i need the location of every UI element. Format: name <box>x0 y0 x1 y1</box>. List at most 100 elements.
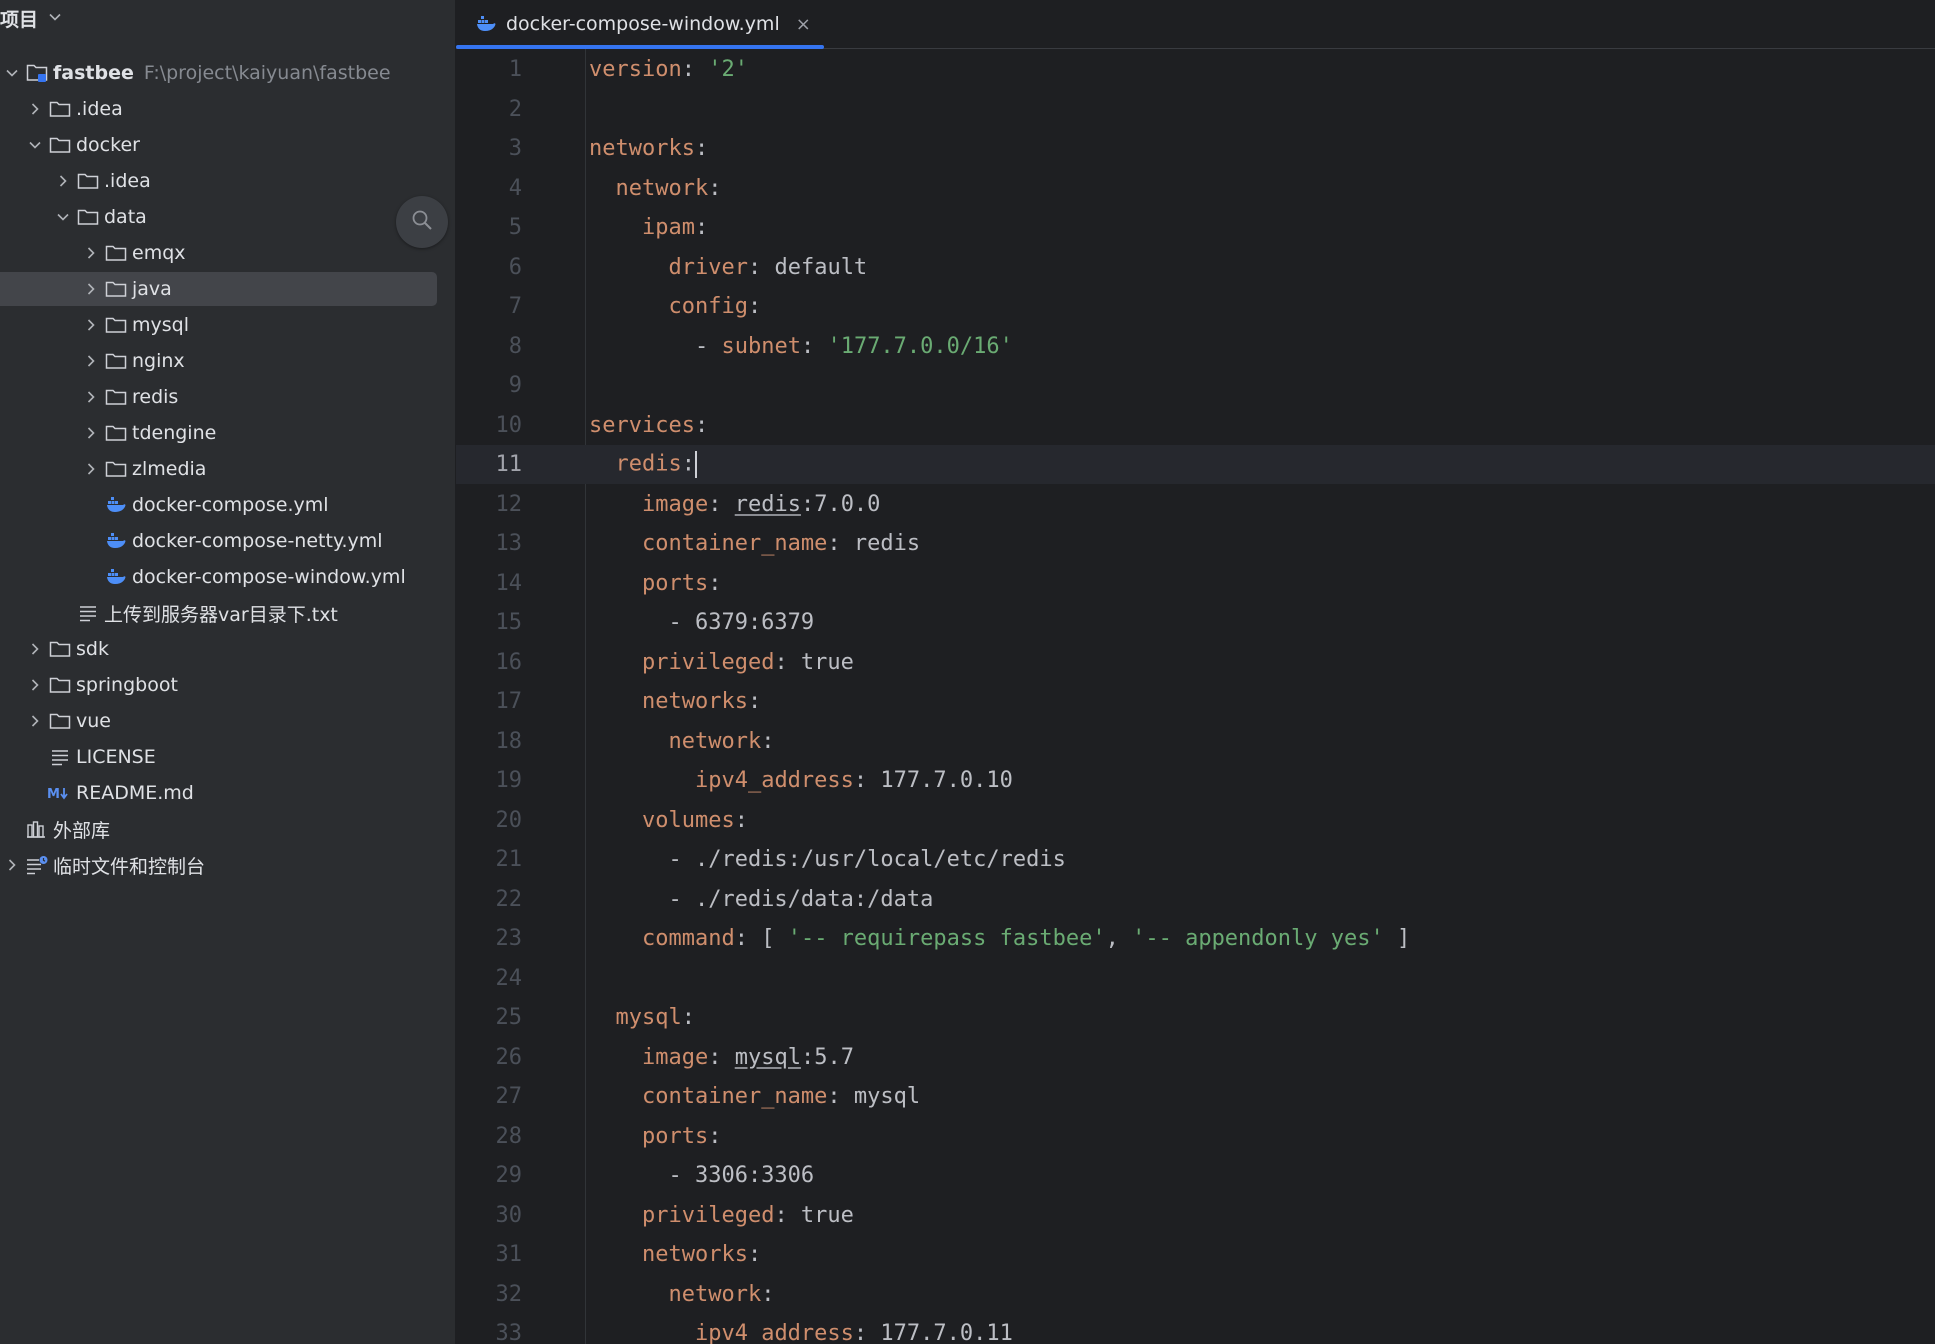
line-number: 7 <box>508 294 522 319</box>
code-line[interactable]: 29 - 3306:3306 <box>456 1156 1935 1195</box>
chevron-down-icon[interactable] <box>51 211 75 223</box>
search-button[interactable] <box>396 196 448 248</box>
tree-item-license[interactable]: LICENSE <box>0 739 455 775</box>
code-line[interactable]: 24 <box>456 959 1935 998</box>
code-line[interactable]: 18 network: <box>456 722 1935 761</box>
chevron-right-icon[interactable] <box>79 462 103 476</box>
code-line[interactable]: 9 <box>456 366 1935 405</box>
code-line[interactable]: 10 services: <box>456 406 1935 445</box>
code-line[interactable]: 31 networks: <box>456 1235 1935 1274</box>
chevron-down-icon[interactable] <box>48 7 62 29</box>
code-line[interactable]: 21 - ./redis:/usr/local/etc/redis <box>456 840 1935 879</box>
code-line[interactable]: 22 - ./redis/data:/data <box>456 880 1935 919</box>
line-number: 30 <box>495 1202 523 1228</box>
code-line[interactable]: 28 ports: <box>456 1117 1935 1156</box>
tree-item-zlmedia[interactable]: zlmedia <box>0 451 455 487</box>
chevron-right-icon[interactable] <box>23 678 47 692</box>
project-panel: 项目 fastbee F:\project\kaiyuan\fastbee .ide… <box>0 0 455 1344</box>
tree-item-fastbee[interactable]: fastbee F:\project\kaiyuan\fastbee <box>0 55 455 91</box>
folder-icon <box>47 712 73 730</box>
code-line[interactable]: 25 mysql: <box>456 998 1935 1037</box>
tree-item-tdengine[interactable]: tdengine <box>0 415 455 451</box>
code-line[interactable]: 4 network: <box>456 169 1935 208</box>
chevron-right-icon[interactable] <box>79 390 103 404</box>
tree-item-springboot[interactable]: springboot <box>0 667 455 703</box>
code-line[interactable]: 20 volumes: <box>456 801 1935 840</box>
tree-item-docker-compose-netty-yml[interactable]: docker-compose-netty.yml <box>0 523 455 559</box>
code-text: privileged: true <box>641 1202 854 1228</box>
line-number: 32 <box>495 1281 523 1307</box>
code-line[interactable]: 13 container_name: redis <box>456 524 1935 563</box>
close-icon[interactable]: × <box>796 14 811 35</box>
chevron-right-icon[interactable] <box>79 282 103 296</box>
code-text: command: [ '-- requirepass fastbee', '--… <box>641 926 1411 951</box>
code-line[interactable]: 17 networks: <box>456 682 1935 721</box>
chevron-right-icon[interactable] <box>79 318 103 332</box>
tree-item-var-txt[interactable]: 上传到服务器var目录下.txt <box>0 595 455 631</box>
code-line[interactable]: 1 version: '2' <box>456 50 1935 89</box>
code-line[interactable]: 16 privileged: true <box>456 643 1935 682</box>
tree-item-mysql[interactable]: mysql <box>0 307 455 343</box>
tab-docker-compose-window[interactable]: docker-compose-window.yml × <box>456 0 824 49</box>
code-line[interactable]: 11 redis: <box>456 445 1935 484</box>
editor-panel: docker-compose-window.yml × 1 version: '2… <box>456 0 1935 1344</box>
code-line[interactable]: 14 ports: <box>456 564 1935 603</box>
code-line[interactable]: 27 container_name: mysql <box>456 1077 1935 1116</box>
tree-item-label: 临时文件和控制台 <box>53 855 206 878</box>
code-line[interactable]: 30 privileged: true <box>456 1196 1935 1235</box>
code-text: version: '2' <box>589 57 748 82</box>
code-line[interactable]: 33 ipv4_address: 177.7.0.11 <box>456 1314 1935 1344</box>
code-line[interactable]: 2 <box>456 90 1935 129</box>
line-number: 15 <box>495 610 523 635</box>
code-line[interactable]: 26 image: mysql:5.7 <box>456 1038 1935 1077</box>
code-line[interactable]: 7 config: <box>456 287 1935 326</box>
tree-item-idea[interactable]: .idea <box>0 163 455 199</box>
tree-item-readme-md[interactable]: M README.md <box>0 775 455 811</box>
chevron-right-icon[interactable] <box>23 102 47 116</box>
code-line[interactable]: 19 ipv4_address: 177.7.0.10 <box>456 761 1935 800</box>
code-line[interactable]: 12 image: redis:7.0.0 <box>456 485 1935 524</box>
code-text: ports: <box>641 570 722 596</box>
tree-item-label: .idea <box>76 98 123 120</box>
folder-icon <box>75 172 101 190</box>
tree-item-java[interactable]: java <box>0 271 455 307</box>
tree-item-redis[interactable]: redis <box>0 379 455 415</box>
code-line[interactable]: 6 driver: default <box>456 248 1935 287</box>
tree-item-[interactable]: 临时文件和控制台 <box>0 847 455 883</box>
tree-item-data[interactable]: data <box>0 199 455 235</box>
chevron-right-icon[interactable] <box>79 354 103 368</box>
code-line[interactable]: 15 - 6379:6379 <box>456 603 1935 642</box>
chevron-right-icon[interactable] <box>79 246 103 260</box>
code-line[interactable]: 32 network: <box>456 1275 1935 1314</box>
code-text: networks: <box>641 689 762 714</box>
chevron-down-icon[interactable] <box>0 67 24 79</box>
tree-item-docker-compose-yml[interactable]: docker-compose.yml <box>0 487 455 523</box>
tree-item-docker-compose-window-yml[interactable]: docker-compose-window.yml <box>0 559 455 595</box>
search-icon <box>411 209 433 235</box>
tree-item-vue[interactable]: vue <box>0 703 455 739</box>
tree-item-label: tdengine <box>132 422 217 444</box>
tree-item-docker[interactable]: docker <box>0 127 455 163</box>
tree-item-[interactable]: 外部库 <box>0 811 455 847</box>
code-line[interactable]: 23 command: [ '-- requirepass fastbee', … <box>456 919 1935 958</box>
tree-item-emqx[interactable]: emqx <box>0 235 455 271</box>
tree-item-idea[interactable]: .idea <box>0 91 455 127</box>
tree-item-nginx[interactable]: nginx <box>0 343 455 379</box>
code-line[interactable]: 3 networks: <box>456 129 1935 168</box>
project-panel-header[interactable]: 项目 <box>0 0 62 36</box>
tree-item-label: mysql <box>132 314 189 336</box>
chevron-right-icon[interactable] <box>23 714 47 728</box>
code-editor[interactable]: 1 version: '2' 2 3 networks: 4 network: 5 ipam… <box>456 49 1935 1344</box>
chevron-right-icon[interactable] <box>79 426 103 440</box>
chevron-down-icon[interactable] <box>23 139 47 151</box>
tree-item-label: docker-compose-window.yml <box>132 566 406 588</box>
code-text: - subnet: '177.7.0.0/16' <box>694 333 1013 359</box>
chevron-right-icon[interactable] <box>23 642 47 656</box>
tree-item-sdk[interactable]: sdk <box>0 631 455 667</box>
code-line[interactable]: 5 ipam: <box>456 208 1935 247</box>
docker-icon <box>103 568 129 586</box>
line-number: 2 <box>508 96 522 122</box>
code-line[interactable]: 8 - subnet: '177.7.0.0/16' <box>456 327 1935 366</box>
chevron-right-icon[interactable] <box>51 174 75 188</box>
chevron-right-icon[interactable] <box>0 858 24 872</box>
